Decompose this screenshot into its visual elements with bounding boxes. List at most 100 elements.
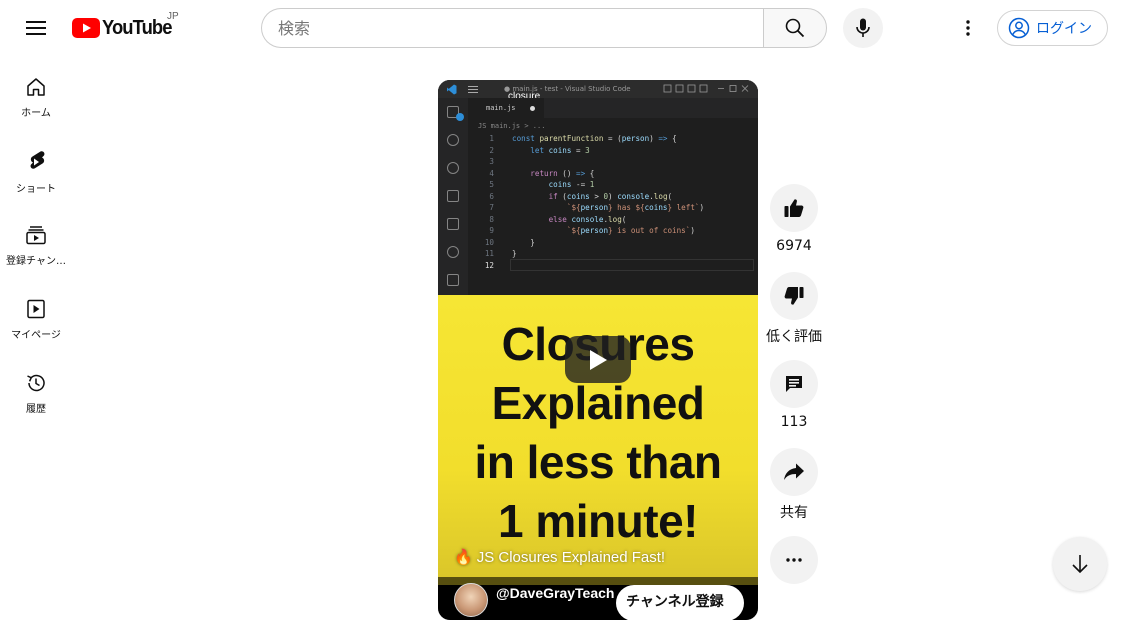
line-number: 4 xyxy=(489,168,494,178)
code-text: coins -= 1 xyxy=(548,180,595,189)
guide-item-label: 登録チャン… xyxy=(6,256,66,267)
guide-item-subscriptions[interactable]: 登録チャン… xyxy=(0,204,72,278)
arrow-down-icon xyxy=(1072,555,1088,574)
play-button[interactable] xyxy=(565,336,631,383)
line-number: 11 xyxy=(484,249,494,258)
home-icon xyxy=(27,78,45,96)
guide-item-home[interactable]: ホーム xyxy=(0,56,72,130)
search-box xyxy=(261,8,764,48)
run-debug-icon xyxy=(447,190,459,202)
lightning-icon xyxy=(447,246,459,258)
code-line: 2 let coins = 3 xyxy=(478,145,704,157)
line-number: 12 xyxy=(484,260,494,270)
voice-search-button[interactable] xyxy=(843,8,883,48)
next-video-button[interactable] xyxy=(1053,537,1107,591)
video-frame-code-editor: ● main.js - test - Visual Studio Code cl… xyxy=(438,80,758,295)
editor-breadcrumb: JS main.js > ... xyxy=(478,122,546,130)
code-text: } xyxy=(512,249,517,258)
line-number: 2 xyxy=(489,145,494,155)
guide-item-history[interactable]: 履歴 xyxy=(0,352,72,426)
youtube-play-logo-icon xyxy=(72,18,100,38)
login-label: ログイン xyxy=(1036,21,1092,37)
code-text: let coins = 3 xyxy=(530,145,590,155)
dislike-button[interactable] xyxy=(770,272,818,320)
video-title[interactable]: 🔥 JS Closures Explained Fast! xyxy=(454,548,666,567)
guide-item-label: マイページ xyxy=(11,330,61,341)
subscribe-label: チャンネル登録 xyxy=(626,594,724,610)
guide-item-you[interactable]: マイページ xyxy=(0,278,72,352)
search-button[interactable] xyxy=(763,8,827,48)
vertical-ellipsis-icon xyxy=(966,20,970,36)
history-icon xyxy=(27,374,45,392)
extensions-icon xyxy=(447,218,459,230)
share-label: 共有 xyxy=(780,505,808,521)
search-input[interactable] xyxy=(278,18,764,38)
badge-icon xyxy=(456,113,464,121)
code-line: 10 } xyxy=(478,237,704,249)
line-number: 8 xyxy=(489,214,494,224)
channel-name[interactable]: @DaveGrayTeach xyxy=(496,585,614,601)
account-circle-icon xyxy=(1008,17,1030,39)
source-control-icon xyxy=(447,134,459,146)
code-line: 7 `${person} has ${coins} left`) xyxy=(478,202,704,214)
logo-wordmark: YouTube xyxy=(102,16,172,39)
shorts-icon xyxy=(30,151,45,169)
comment-count: 113 xyxy=(780,414,808,430)
like-count: 6974 xyxy=(776,238,812,254)
comments-button[interactable] xyxy=(770,360,818,408)
subscriptions-icon xyxy=(26,226,46,245)
editor-current-line xyxy=(510,259,754,271)
like-button[interactable] xyxy=(770,184,818,232)
code-line: 9 `${person} is out of coins`) xyxy=(478,225,704,237)
code-text: else console.log( xyxy=(548,214,627,224)
microphone-icon xyxy=(856,18,870,37)
search-icon xyxy=(785,18,805,38)
line-number: 3 xyxy=(489,157,494,166)
channel-avatar[interactable] xyxy=(454,583,488,617)
guide-item-shorts[interactable]: ショート xyxy=(0,130,72,204)
comments-action: 113 xyxy=(770,360,818,430)
vscode-logo-icon xyxy=(447,84,457,95)
masthead: YouTube JP ログイン xyxy=(0,0,1124,56)
line-number: 5 xyxy=(489,180,494,189)
search-icon xyxy=(447,162,459,174)
horizontal-ellipsis-icon xyxy=(786,558,802,562)
more-action xyxy=(770,536,818,584)
youtube-logo[interactable]: YouTube xyxy=(72,17,178,39)
video-title-text: JS Closures Explained Fast! xyxy=(476,548,666,566)
line-number: 6 xyxy=(489,191,494,201)
editor-tab-bar: main.js xyxy=(468,98,758,118)
headline-line: in less than xyxy=(474,436,722,488)
hamburger-menu-icon xyxy=(26,21,46,35)
code-text: } xyxy=(512,237,535,247)
dislike-action: 低く評価 xyxy=(766,272,822,346)
code-line: 8 else console.log( xyxy=(478,214,704,226)
mini-guide: ホーム ショート 登録チャン… マイページ 履歴 xyxy=(0,56,72,426)
code-line: 1 const parentFunction = (person) => { xyxy=(478,133,704,145)
you-icon xyxy=(27,299,45,319)
code-block: 1 const parentFunction = (person) => {2 l… xyxy=(478,133,704,271)
code-line: 6 if (coins > 0) console.log( xyxy=(478,191,704,203)
fire-emoji-icon: 🔥 xyxy=(454,549,473,566)
subscribe-button[interactable]: チャンネル登録 xyxy=(616,585,744,620)
code-line: 4 return () => { xyxy=(478,168,704,180)
share-button[interactable] xyxy=(770,448,818,496)
login-button[interactable]: ログイン xyxy=(997,10,1108,46)
thumbs-up-icon xyxy=(784,199,804,217)
guide-menu-button[interactable] xyxy=(20,12,52,44)
line-number: 7 xyxy=(489,203,494,212)
share-arrow-icon xyxy=(784,463,804,480)
editor-tab-main-js: main.js xyxy=(468,98,544,118)
more-actions-button[interactable] xyxy=(770,536,818,584)
settings-more-button[interactable] xyxy=(952,12,984,44)
line-number: 10 xyxy=(484,237,494,247)
shorts-player[interactable]: ● main.js - test - Visual Studio Code cl… xyxy=(438,80,758,620)
line-number: 9 xyxy=(489,226,494,235)
editor-tab-label: main.js xyxy=(486,104,516,112)
code-text: `${person} is out of coins`) xyxy=(566,226,695,235)
guide-item-label: ショート xyxy=(16,184,56,195)
code-text: `${person} has ${coins} left`) xyxy=(566,203,705,212)
play-icon xyxy=(590,349,607,370)
code-text: const parentFunction = (person) => { xyxy=(512,134,677,143)
region-code: JP xyxy=(167,11,179,22)
